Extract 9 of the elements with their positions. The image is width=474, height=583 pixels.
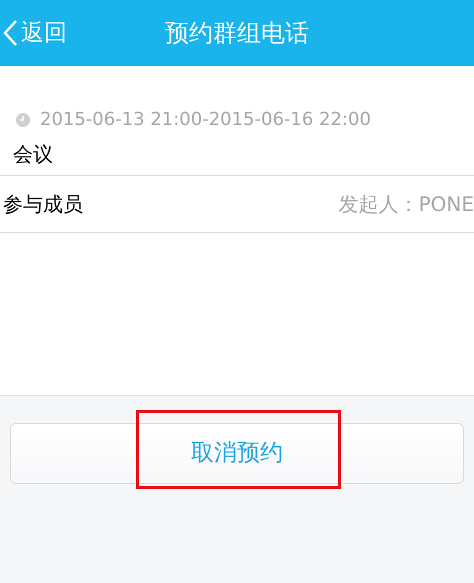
meeting-subject: 会议: [12, 141, 53, 168]
cancel-button[interactable]: 取消预约: [10, 423, 464, 484]
members-label: 参与成员: [2, 191, 83, 218]
meeting-time: 2015-06-13 21:00-2015-06-16 22:00: [40, 108, 371, 132]
back-chevron-icon: [2, 19, 18, 47]
back-button[interactable]: 返回: [0, 16, 67, 50]
page-title: 预约群组电话: [165, 18, 309, 49]
initiator-label: 发起人：PONE: [338, 191, 474, 218]
clock-icon: [16, 112, 30, 126]
